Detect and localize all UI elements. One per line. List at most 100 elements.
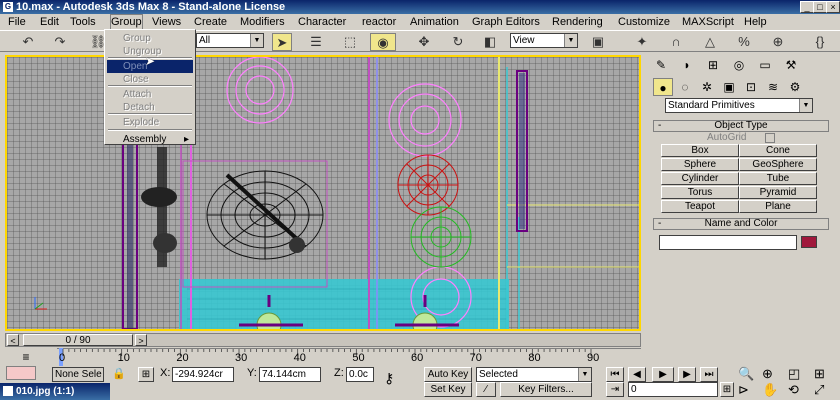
- group-menu-close[interactable]: Close: [107, 73, 193, 86]
- group-menu-assembly[interactable]: Assembly ▸: [107, 133, 193, 146]
- group-menu-attach[interactable]: Attach: [107, 88, 193, 101]
- zoom-all-icon[interactable]: ⊕: [762, 366, 773, 382]
- undo-icon[interactable]: ↶: [18, 33, 38, 51]
- absolute-mode-icon[interactable]: ⊞: [138, 367, 154, 382]
- maximize-icon[interactable]: □: [813, 1, 827, 13]
- go-to-end-icon[interactable]: ⏭: [700, 367, 718, 382]
- select-by-name-icon[interactable]: ☰: [306, 33, 326, 51]
- primitive-teapot-button[interactable]: Teapot: [661, 200, 739, 213]
- prev-key-icon[interactable]: ◀: [628, 367, 646, 382]
- selection-filter-dropdown[interactable]: All ▼: [196, 33, 264, 48]
- modify-tab-icon[interactable]: ◗: [677, 56, 697, 74]
- current-frame-field[interactable]: 0: [628, 382, 718, 397]
- time-config-icon[interactable]: ⊞: [720, 382, 734, 397]
- track-bar[interactable]: ≡ 0 10 20 30 40 50 60 70 80 90: [5, 348, 641, 366]
- default-tangent-icon[interactable]: ∕: [476, 382, 496, 397]
- create-tab-icon[interactable]: ✎: [651, 56, 671, 74]
- rotate-icon[interactable]: ↻: [448, 33, 468, 51]
- menu-character[interactable]: Character: [298, 15, 346, 29]
- spinner-snap-icon[interactable]: ⊕: [768, 33, 788, 51]
- menu-views[interactable]: Views: [152, 15, 181, 29]
- zoom-extents-all-icon[interactable]: ⊞: [814, 366, 825, 382]
- move-icon[interactable]: ✥: [414, 33, 434, 51]
- minimize-icon[interactable]: _: [800, 1, 814, 13]
- scale-icon[interactable]: ◧: [480, 33, 500, 51]
- field-of-view-icon[interactable]: ⊳: [738, 382, 749, 398]
- name-color-rollout[interactable]: - Name and Color: [653, 218, 829, 230]
- track-bar-menu-icon[interactable]: ≡: [15, 350, 37, 364]
- menu-maxscript[interactable]: MAXScript: [682, 15, 734, 29]
- primitive-plane-button[interactable]: Plane: [739, 200, 817, 213]
- go-to-start-icon[interactable]: ⏮: [606, 367, 624, 382]
- menu-graph-editors[interactable]: Graph Editors: [472, 15, 540, 29]
- z-coordinate-field[interactable]: 0.0c: [346, 367, 374, 382]
- group-menu-detach[interactable]: Detach: [107, 101, 193, 114]
- maximize-viewport-icon[interactable]: ⤢: [814, 382, 824, 398]
- manipulate-icon[interactable]: ✦: [632, 33, 652, 51]
- hierarchy-tab-icon[interactable]: ⊞: [703, 56, 723, 74]
- primitive-box-button[interactable]: Box: [661, 144, 739, 157]
- pivot-center-icon[interactable]: ▣: [588, 33, 608, 51]
- spacewarps-icon[interactable]: ≋: [763, 78, 783, 96]
- menu-create[interactable]: Create: [194, 15, 227, 29]
- primitive-cone-button[interactable]: Cone: [739, 144, 817, 157]
- menu-group[interactable]: Group: [110, 14, 143, 30]
- primitive-tube-button[interactable]: Tube: [739, 172, 817, 185]
- key-mode-toggle-icon[interactable]: ⇥: [606, 382, 624, 397]
- object-name-field[interactable]: [659, 235, 797, 250]
- object-type-rollout[interactable]: - Object Type: [653, 120, 829, 132]
- helpers-icon[interactable]: ⊡: [741, 78, 761, 96]
- primitive-pyramid-button[interactable]: Pyramid: [739, 186, 817, 199]
- key-mode-dropdown[interactable]: Selected ▼: [476, 367, 592, 382]
- menu-rendering[interactable]: Rendering: [552, 15, 603, 29]
- arc-rotate-icon[interactable]: ⟲: [788, 382, 799, 398]
- object-color-swatch[interactable]: [801, 236, 817, 248]
- set-key-button[interactable]: Set Key: [424, 382, 472, 397]
- x-coordinate-field[interactable]: -294.924cr: [172, 367, 234, 382]
- zoom-extents-icon[interactable]: ◰: [788, 366, 800, 382]
- next-frame-button[interactable]: >: [135, 334, 147, 346]
- menu-edit[interactable]: Edit: [40, 15, 59, 29]
- geometry-icon[interactable]: ●: [653, 78, 673, 96]
- named-selection-icon[interactable]: {}: [810, 33, 830, 51]
- pan-hand-icon[interactable]: ✋: [762, 382, 778, 398]
- lights-icon[interactable]: ✲: [697, 78, 717, 96]
- window-crossing-icon[interactable]: ◉: [370, 33, 396, 51]
- key-icon[interactable]: ⚷: [384, 370, 394, 387]
- zoom-icon[interactable]: 🔍: [738, 366, 754, 382]
- menu-help[interactable]: Help: [744, 15, 767, 29]
- autogrid-checkbox[interactable]: [765, 133, 775, 143]
- angle-snap-icon[interactable]: △: [700, 33, 720, 51]
- menu-modifiers[interactable]: Modifiers: [240, 15, 285, 29]
- prev-frame-button[interactable]: <: [7, 334, 19, 346]
- maxscript-listener-pane[interactable]: [6, 366, 36, 380]
- primitive-geosphere-button[interactable]: GeoSphere: [739, 158, 817, 171]
- shapes-icon[interactable]: ◌: [675, 78, 695, 96]
- motion-tab-icon[interactable]: ◎: [729, 56, 749, 74]
- menu-reactor[interactable]: reactor: [362, 15, 396, 29]
- rect-selection-icon[interactable]: ⬚: [340, 33, 360, 51]
- lock-icon[interactable]: 🔒: [112, 367, 126, 380]
- time-slider[interactable]: < 0 / 90 >: [5, 332, 641, 348]
- primitive-sphere-button[interactable]: Sphere: [661, 158, 739, 171]
- category-dropdown[interactable]: Standard Primitives ▼: [665, 98, 813, 113]
- primitive-cylinder-button[interactable]: Cylinder: [661, 172, 739, 185]
- utilities-tab-icon[interactable]: ⚒: [781, 56, 801, 74]
- time-slider-thumb[interactable]: 0 / 90: [23, 334, 133, 346]
- menu-tools[interactable]: Tools: [70, 15, 96, 29]
- perspective-viewport[interactable]: [5, 55, 641, 331]
- menu-file[interactable]: File: [8, 15, 26, 29]
- play-icon[interactable]: ▶: [652, 367, 674, 382]
- snaps-icon[interactable]: ∩: [666, 33, 686, 51]
- menu-animation[interactable]: Animation: [410, 15, 459, 29]
- group-menu-group[interactable]: Group: [107, 32, 193, 45]
- select-object-icon[interactable]: ➤: [272, 33, 292, 51]
- ref-coord-dropdown[interactable]: View ▼: [510, 33, 578, 48]
- next-key-icon[interactable]: ▶: [678, 367, 696, 382]
- taskbar-item[interactable]: 010.jpg (1:1): [0, 383, 110, 400]
- display-tab-icon[interactable]: ▭: [755, 56, 775, 74]
- percent-snap-icon[interactable]: %: [734, 33, 754, 51]
- primitive-torus-button[interactable]: Torus: [661, 186, 739, 199]
- cameras-icon[interactable]: ▣: [719, 78, 739, 96]
- auto-key-button[interactable]: Auto Key: [424, 367, 472, 382]
